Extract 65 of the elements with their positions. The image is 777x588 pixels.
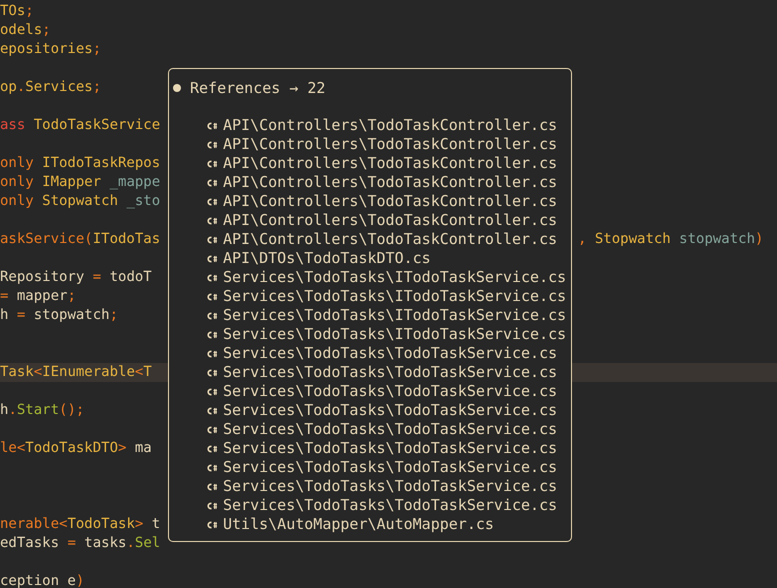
reference-item[interactable]: Services\TodoTasks\TodoTaskService.cs <box>223 344 558 363</box>
reference-item[interactable]: Utils\AutoMapper\AutoMapper.cs <box>223 515 494 534</box>
reference-item[interactable]: API\DTOs\TodoTaskDTO.cs <box>223 249 431 268</box>
code-text: h.Start(); <box>0 401 84 420</box>
reference-item[interactable]: Services\TodoTasks\ITodoTaskService.cs <box>223 287 566 306</box>
code-text: TOs; <box>0 2 34 21</box>
csharp-file-icon <box>207 368 217 376</box>
code-text: Repository = todoT <box>0 268 152 287</box>
csharp-file-icon <box>207 122 217 130</box>
reference-item[interactable]: Services\TodoTasks\TodoTaskService.cs <box>223 439 558 458</box>
reference-item[interactable]: Services\TodoTasks\ITodoTaskService.cs <box>223 268 566 287</box>
reference-item[interactable]: Services\TodoTasks\TodoTaskService.cs <box>223 401 558 420</box>
code-text: , Stopwatch stopwatch) <box>578 230 764 249</box>
csharp-file-icon <box>207 482 217 490</box>
csharp-file-icon <box>207 350 217 358</box>
code-text: askService(ITodoTas <box>0 230 160 249</box>
csharp-file-icon <box>207 426 217 434</box>
code-text: epositories; <box>0 40 102 59</box>
reference-item[interactable]: Services\TodoTasks\ITodoTaskService.cs <box>223 325 566 344</box>
csharp-file-icon <box>207 178 217 186</box>
reference-item[interactable]: Services\TodoTasks\ITodoTaskService.cs <box>223 306 566 325</box>
csharp-file-icon <box>207 444 217 452</box>
code-text: edTasks = tasks.Sel <box>0 534 160 553</box>
reference-item[interactable]: Services\TodoTasks\TodoTaskService.cs <box>223 458 558 477</box>
reference-item[interactable]: Services\TodoTasks\TodoTaskService.cs <box>223 382 558 401</box>
reference-item[interactable]: API\Controllers\TodoTaskController.cs <box>223 230 558 249</box>
code-text: only ITodoTaskRepos <box>0 154 160 173</box>
code-text: odels; <box>0 21 51 40</box>
bullet-icon <box>173 84 181 92</box>
csharp-file-icon <box>207 330 217 338</box>
csharp-file-icon <box>207 388 217 396</box>
reference-item[interactable]: Services\TodoTasks\TodoTaskService.cs <box>223 477 558 496</box>
reference-item[interactable]: API\Controllers\TodoTaskController.cs <box>223 192 558 211</box>
code-text: nerable<TodoTask> t <box>0 515 160 534</box>
csharp-file-icon <box>207 254 217 262</box>
code-text: = mapper; <box>0 287 76 306</box>
reference-item[interactable]: API\Controllers\TodoTaskController.cs <box>223 154 558 173</box>
reference-item[interactable]: API\Controllers\TodoTaskController.cs <box>223 135 558 154</box>
code-text: only IMapper _mappe <box>0 173 160 192</box>
code-text: op.Services; <box>0 78 102 97</box>
csharp-file-icon <box>207 292 217 300</box>
csharp-file-icon <box>207 274 217 282</box>
csharp-file-icon <box>207 140 217 148</box>
code-text: h = stopwatch; <box>0 306 118 325</box>
code-text: Task<IEnumerable<T <box>0 363 152 382</box>
reference-item[interactable]: API\Controllers\TodoTaskController.cs <box>223 116 558 135</box>
popup-title: References → 22 <box>190 78 326 96</box>
csharp-file-icon <box>207 520 217 528</box>
reference-item[interactable]: Services\TodoTasks\TodoTaskService.cs <box>223 420 558 439</box>
reference-item[interactable]: Services\TodoTasks\TodoTaskService.cs <box>223 363 558 382</box>
code-text: only Stopwatch _sto <box>0 192 160 211</box>
csharp-file-icon <box>207 160 217 168</box>
code-text: ass TodoTaskService <box>0 116 160 135</box>
csharp-file-icon <box>207 312 217 320</box>
csharp-file-icon <box>207 198 217 206</box>
code-text: le<TodoTaskDTO> ma <box>0 439 152 458</box>
csharp-file-icon <box>207 406 217 414</box>
csharp-file-icon <box>207 464 217 472</box>
reference-item[interactable]: Services\TodoTasks\TodoTaskService.cs <box>223 496 558 515</box>
csharp-file-icon <box>207 502 217 510</box>
reference-item[interactable]: API\Controllers\TodoTaskController.cs <box>223 173 558 192</box>
reference-item[interactable]: API\Controllers\TodoTaskController.cs <box>223 211 558 230</box>
csharp-file-icon <box>207 236 217 244</box>
code-text: ception e) <box>0 572 84 588</box>
csharp-file-icon <box>207 216 217 224</box>
